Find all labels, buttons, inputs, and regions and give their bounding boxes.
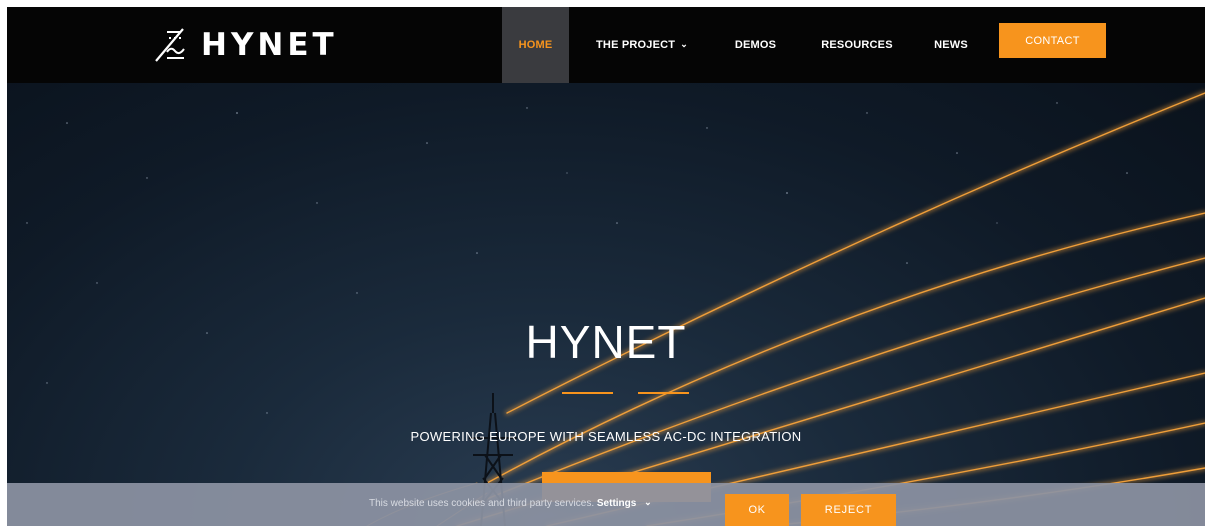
title-separator-left xyxy=(562,392,613,394)
cookie-bar: This website uses cookies and third part… xyxy=(7,483,1205,526)
page: HYNET HOME THE PROJECT ⌄ DEMOS RESOURCES… xyxy=(7,7,1205,526)
nav-news[interactable]: NEWS xyxy=(929,7,973,83)
cookie-settings-label: Settings xyxy=(596,498,637,509)
nav-the-project[interactable]: THE PROJECT ⌄ xyxy=(592,7,692,83)
nav-the-project-label: THE PROJECT xyxy=(596,39,676,51)
cookie-message: This website uses cookies and third part… xyxy=(369,497,652,509)
hero-background-image xyxy=(26,91,1205,526)
nav-resources[interactable]: RESOURCES xyxy=(817,7,897,83)
hero-title: HYNET xyxy=(525,316,687,368)
hero-section: HYNET POWERING EUROPE WITH SEAMLESS AC-D… xyxy=(7,83,1205,526)
cookie-ok-button[interactable]: OK xyxy=(725,494,789,526)
cookie-text: This website uses cookies and third part… xyxy=(369,498,595,509)
site-header: HYNET HOME THE PROJECT ⌄ DEMOS RESOURCES… xyxy=(7,7,1205,83)
hero-subtitle: POWERING EUROPE WITH SEAMLESS AC-DC INTE… xyxy=(410,429,802,444)
nav-demos[interactable]: DEMOS xyxy=(727,7,784,83)
chevron-down-icon: ⌄ xyxy=(680,38,688,49)
chevron-down-icon: ⌄ xyxy=(644,497,652,507)
contact-button[interactable]: CONTACT xyxy=(999,23,1106,58)
title-separator-right xyxy=(638,392,689,394)
main-nav: HOME THE PROJECT ⌄ DEMOS RESOURCES NEWS … xyxy=(7,7,1205,83)
cookie-reject-button[interactable]: REJECT xyxy=(801,494,896,526)
nav-home[interactable]: HOME xyxy=(502,7,569,83)
cookie-settings-link[interactable]: Settings ⌄ xyxy=(596,497,652,509)
